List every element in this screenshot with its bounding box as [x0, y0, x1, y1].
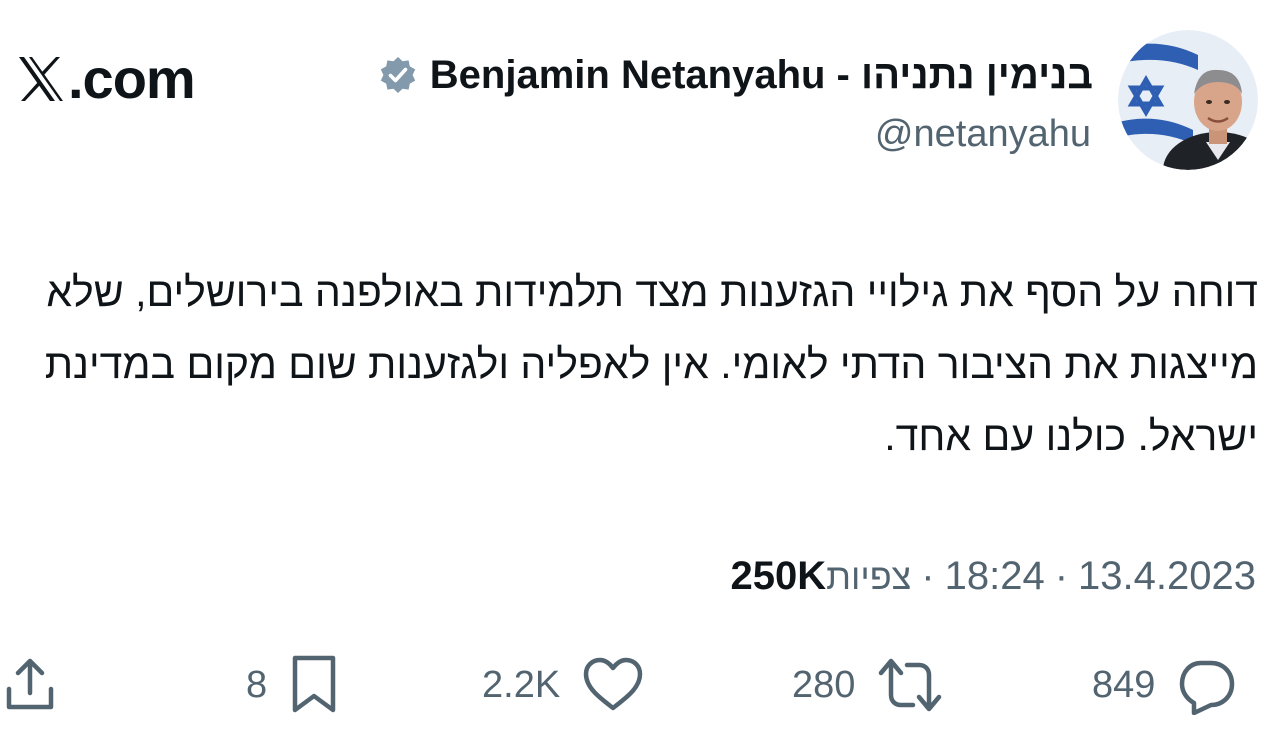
views-label: צפיות [826, 556, 912, 597]
reply-icon [1180, 660, 1235, 715]
avatar-image [1118, 30, 1258, 170]
tweet-time[interactable]: 18:24 [945, 548, 1045, 604]
site-logo-text: .com [68, 47, 196, 110]
bookmark-button[interactable]: 8 [246, 652, 339, 718]
author-display-name: Benjamin Netanyahu - בנימין נתניהו [429, 53, 1093, 97]
like-icon [583, 657, 643, 711]
author-name-row[interactable]: Benjamin Netanyahu - בנימין נתניהו [378, 46, 1093, 104]
bookmark-count: 8 [246, 664, 268, 706]
views-count[interactable]: 250K [731, 548, 827, 604]
tweet-text: דוחה על הסף את גילויי הגזענות מצד תלמידו… [44, 269, 1258, 459]
verified-badge-icon [380, 57, 415, 93]
reply-count: 849 [1092, 664, 1156, 706]
repost-button[interactable]: 280 [792, 652, 943, 718]
share-icon [6, 658, 54, 710]
x-logo-icon [19, 57, 63, 101]
meta-separator: · [921, 554, 935, 598]
like-count: 2.2K [482, 664, 561, 706]
repost-count: 280 [792, 664, 856, 706]
site-logo[interactable]: .com [16, 44, 196, 114]
share-button[interactable] [4, 652, 56, 718]
avatar[interactable] [1118, 30, 1258, 170]
repost-icon [879, 658, 942, 712]
tweet-date[interactable]: 13.4.2023 [1078, 548, 1256, 604]
tweet-meta: 13.4.2023 · 18:24 · צפיות 250K [721, 548, 1257, 605]
author-handle[interactable]: @netanyahu [875, 108, 1091, 160]
bookmark-icon [292, 655, 336, 713]
reply-button[interactable]: 849 [1092, 652, 1237, 718]
like-button[interactable]: 2.2K [482, 652, 644, 718]
meta-separator: · [1054, 554, 1069, 598]
